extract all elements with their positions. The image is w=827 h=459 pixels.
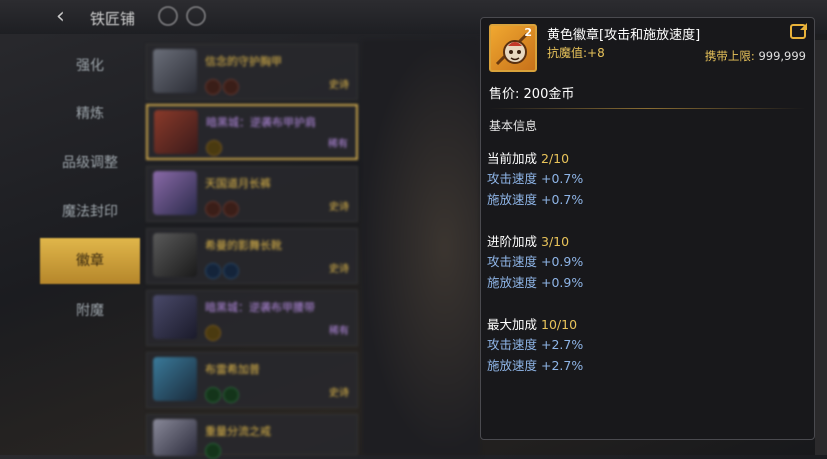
stat-line: 施放速度 +0.7% — [487, 192, 584, 207]
carry-limit: 携带上限: 999,999 — [704, 49, 806, 63]
background-scene — [362, 40, 480, 455]
slot-icon — [205, 201, 221, 217]
share-icon[interactable] — [790, 24, 806, 39]
sidebar: 强化 精炼 品级调整 魔法封印 徽章 附魔 — [40, 40, 142, 440]
slot-icon — [223, 201, 239, 217]
slot-icon — [206, 140, 222, 156]
emblem-level-number: 2 — [524, 26, 532, 39]
stat-line: 攻击速度 +0.7% — [487, 171, 584, 186]
list-item[interactable]: 天国道月长裤 史诗 — [146, 166, 358, 222]
item-thumbnail — [153, 419, 197, 456]
item-thumbnail — [153, 295, 197, 339]
page-title: 铁匠铺 — [90, 10, 136, 28]
stat-line: 攻击速度 +2.7% — [487, 337, 584, 352]
sell-price: 售价: 200金币 — [489, 87, 575, 102]
bonus-max-heading: 最大加成 10/10 — [487, 317, 578, 332]
stat-line: 攻击速度 +0.9% — [487, 254, 584, 269]
list-item[interactable]: 希曼的影舞长靴 史诗 — [146, 228, 358, 284]
slot-icon — [205, 443, 221, 459]
sidebar-item-emblem[interactable]: 徽章 — [40, 238, 140, 284]
sidebar-item-refine[interactable]: 精炼 — [40, 91, 140, 137]
slot-icon — [205, 263, 221, 279]
list-item-selected[interactable]: 暗黑城：逆袭布甲护肩 稀有 — [146, 104, 358, 160]
slot-icon — [223, 387, 239, 403]
stat-line: 施放速度 +2.7% — [487, 358, 584, 373]
sidebar-item-enhance[interactable]: 强化 — [40, 43, 140, 89]
list-item[interactable]: 重量分流之戒 — [146, 414, 358, 459]
equipment-list: 信念的守护胸甲 史诗 暗黑城：逆袭布甲护肩 稀有 天国道月长裤 史诗 希曼的影舞… — [146, 44, 360, 459]
list-item[interactable]: 信念的守护胸甲 史诗 — [146, 44, 358, 100]
sidebar-item-magic-seal[interactable]: 魔法封印 — [40, 189, 140, 235]
list-item[interactable]: 布雷希加普 史诗 — [146, 352, 358, 408]
item-thumbnail — [153, 233, 197, 277]
item-thumbnail — [153, 357, 197, 401]
slot-icon — [205, 387, 221, 403]
bonus-current-heading: 当前加成 2/10 — [487, 151, 570, 166]
item-tooltip: 2 黄色徽章[攻击和施放速度] 抗魔值:+8 携带上限: 999,999 售价:… — [480, 17, 815, 440]
slot-icon — [223, 79, 239, 95]
background-scene — [815, 40, 827, 455]
arrow-left-icon[interactable]: ‹ — [56, 5, 80, 29]
bonus-next-heading: 进阶加成 3/10 — [487, 234, 570, 249]
divider — [489, 108, 806, 109]
enchant-stat: 抗魔值:+8 — [547, 46, 605, 60]
slot-icon — [205, 325, 221, 341]
item-thumbnail — [153, 171, 197, 215]
slot-icon — [223, 263, 239, 279]
item-name: 黄色徽章[攻击和施放速度] — [547, 28, 701, 43]
sidebar-item-enchant[interactable]: 附魔 — [40, 288, 140, 334]
emblem-icon: 2 — [489, 24, 537, 72]
section-title: 基本信息 — [489, 119, 538, 133]
settings-icon[interactable] — [186, 6, 206, 26]
stat-line: 施放速度 +0.9% — [487, 275, 584, 290]
sidebar-item-grade[interactable]: 品级调整 — [40, 140, 140, 186]
item-thumbnail — [154, 110, 198, 154]
slot-icon — [205, 79, 221, 95]
list-item[interactable]: 暗黑城：逆袭布甲腰带 稀有 — [146, 290, 358, 346]
item-thumbnail — [153, 49, 197, 93]
diamond-icon[interactable] — [158, 6, 178, 26]
